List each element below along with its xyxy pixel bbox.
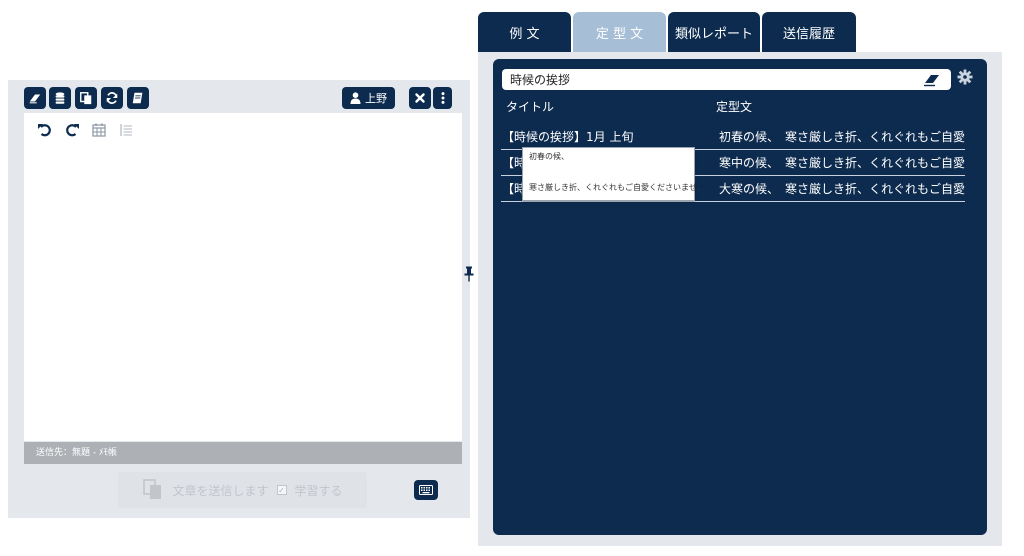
keyboard-icon [419,485,433,495]
row-phrase: 大寒の候、 寒さ厳しき折、くれぐれもご自愛くださ [719,182,965,196]
close-icon [415,93,425,103]
book-icon [132,92,143,104]
pin-icon[interactable] [463,266,475,282]
tab-label: 例 文 [509,26,540,42]
tab-fixed-phrases[interactable]: 定 型 文 [573,12,666,52]
refresh-icon [106,92,118,104]
row-title: 【時候の挨拶】1月 上旬 [502,130,634,144]
tooltip-line: 寒さ厳しき折、くれぐれもご自愛くださいませ。 [529,183,705,192]
user-badge[interactable]: 上野 [342,87,395,109]
calendar-icon [92,123,106,137]
calendar-button[interactable] [90,121,108,139]
close-button[interactable] [409,87,431,109]
row-phrase: 初春の候、 寒さ厳しき折、くれぐれもご自愛くださ [719,130,965,144]
user-name: 上野 [365,92,387,105]
editor-panel: 上野 送信先：無題 - ﾒﾓ帳 文章を送信します ✓ 学習する [8,80,470,518]
column-header-phrase: 定型文 [716,100,753,114]
database-button[interactable] [49,87,71,109]
clear-search-icon[interactable] [923,72,941,87]
tab-label: 送信履歴 [782,26,835,42]
learn-checkbox[interactable]: ✓ [276,485,287,495]
tab-example-sentences[interactable]: 例 文 [478,12,571,52]
redo-icon [66,124,79,137]
tab-similar-reports[interactable]: 類似レポート [668,12,760,52]
list-icon [120,124,132,136]
copy-button[interactable] [75,87,97,109]
redo-button[interactable] [63,121,81,139]
keyboard-button[interactable] [414,480,438,500]
eraser-icon [29,94,41,104]
send-target-status: 送信先：無題 - ﾒﾓ帳 [24,442,462,464]
tab-label: 定 型 文 [595,26,644,42]
eraser-button[interactable] [24,87,46,109]
column-header-title: タイトル [506,100,555,114]
row-phrase: 寒中の候、 寒さ厳しき折、くれぐれもご自愛くださ [719,156,965,170]
phrase-preview-tooltip: 初春の候、 寒さ厳しき折、くれぐれもご自愛くださいませ。 [522,147,705,201]
edit-tools [36,121,135,139]
send-label: 文章を送信します [172,483,269,498]
database-icon [55,92,65,104]
fixed-phrases-panel: タイトル 定型文 【時候の挨拶】1月 上旬 初春の候、 寒さ厳しき折、くれぐれも… [493,59,987,535]
book-button[interactable] [127,87,149,109]
tooltip-line: 初春の候、 [529,152,569,161]
editor-toolbar: 上野 [24,87,470,109]
tab-label: 類似レポート [674,26,753,42]
list-button[interactable] [117,121,135,139]
vertical-dots-icon [441,92,444,104]
send-text-button[interactable]: 文章を送信します ✓ 学習する [118,472,367,508]
refresh-button[interactable] [101,87,123,109]
gear-icon[interactable] [957,69,973,85]
learn-label: 学習する [294,483,343,498]
user-icon [350,92,361,104]
undo-icon [38,124,51,137]
send-document-icon [143,479,162,499]
text-editor[interactable] [24,113,462,441]
tab-send-history[interactable]: 送信履歴 [762,12,856,52]
copy-icon [80,92,92,105]
phrase-search-input[interactable] [502,69,951,90]
more-menu-button[interactable] [433,87,452,109]
undo-button[interactable] [36,121,54,139]
